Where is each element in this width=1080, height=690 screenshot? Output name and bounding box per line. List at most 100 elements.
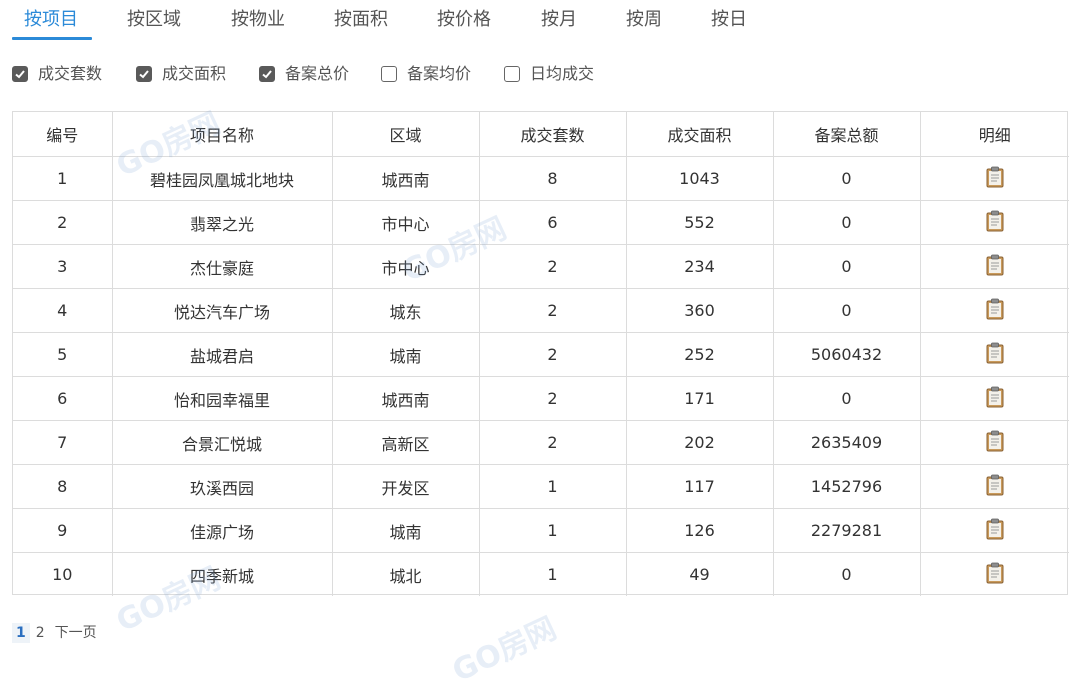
cell-detail: [919, 376, 1069, 421]
checkbox-unchecked-icon[interactable]: [381, 66, 397, 82]
clipboard-icon[interactable]: [986, 298, 1004, 324]
cell-deal-area: 552: [625, 200, 774, 245]
cell-id: 7: [13, 420, 113, 465]
checkbox-label: 成交面积: [162, 64, 227, 83]
clipboard-icon[interactable]: [986, 430, 1004, 456]
cell-filed-total: 2635409: [772, 420, 921, 465]
checkbox-unchecked-icon[interactable]: [504, 66, 520, 82]
checkbox-checked-icon[interactable]: [12, 66, 28, 82]
cell-deal-area: 202: [625, 420, 774, 465]
checkbox-checked-icon[interactable]: [136, 66, 152, 82]
table-row: 10 四季新城 城北 1 49 0: [13, 552, 1069, 596]
table-row: 1 碧桂园凤凰城北地块 城西南 8 1043 0: [13, 156, 1069, 201]
cell-project-name: 佳源广场: [111, 508, 333, 553]
cell-deal-area: 49: [625, 552, 774, 596]
header-project-name: 项目名称: [111, 112, 333, 157]
next-page-link[interactable]: 下一页: [51, 623, 101, 643]
checkbox-deal-count[interactable]: 成交套数: [12, 62, 102, 86]
clipboard-icon[interactable]: [986, 166, 1004, 192]
cell-deal-count: 2: [478, 420, 627, 465]
table-row: 2 翡翠之光 市中心 6 552 0: [13, 200, 1069, 245]
header-deal-area: 成交面积: [625, 112, 774, 157]
metric-checkboxes: 成交套数 成交面积 备案总价 备案均价 日均成交: [0, 62, 1080, 88]
cell-id: 8: [13, 464, 113, 509]
cell-deal-count: 2: [478, 376, 627, 421]
cell-area: 城南: [331, 332, 480, 377]
cell-detail: [919, 244, 1069, 289]
cell-project-name: 盐城君启: [111, 332, 333, 377]
cell-id: 6: [13, 376, 113, 421]
header-area: 区域: [331, 112, 480, 157]
cell-area: 城东: [331, 288, 480, 333]
tab-by-day[interactable]: 按日: [711, 8, 747, 32]
checkbox-filed-total[interactable]: 备案总价: [259, 62, 349, 86]
cell-deal-count: 8: [478, 156, 627, 201]
tab-by-area[interactable]: 按区域: [127, 8, 181, 32]
page-1-link[interactable]: 1: [12, 623, 30, 643]
cell-area: 市中心: [331, 244, 480, 289]
cell-id: 2: [13, 200, 113, 245]
checkbox-filed-avg[interactable]: 备案均价: [381, 62, 471, 86]
view-tabs: 按项目 按区域 按物业 按面积 按价格 按月 按周 按日: [0, 0, 1080, 42]
tab-by-property[interactable]: 按物业: [231, 8, 285, 32]
tab-by-price[interactable]: 按价格: [437, 8, 491, 32]
cell-id: 5: [13, 332, 113, 377]
cell-filed-total: 0: [772, 200, 921, 245]
checkbox-label: 成交套数: [38, 64, 103, 83]
cell-deal-count: 6: [478, 200, 627, 245]
cell-project-name: 翡翠之光: [111, 200, 333, 245]
page-2-link[interactable]: 2: [32, 623, 49, 643]
table-row: 4 悦达汽车广场 城东 2 360 0: [13, 288, 1069, 333]
table-row: 6 怡和园幸福里 城西南 2 171 0: [13, 376, 1069, 421]
cell-project-name: 怡和园幸福里: [111, 376, 333, 421]
active-tab-indicator: [12, 37, 92, 40]
tab-by-project[interactable]: 按项目: [24, 8, 78, 32]
cell-deal-area: 252: [625, 332, 774, 377]
cell-project-name: 合景汇悦城: [111, 420, 333, 465]
checkbox-checked-icon[interactable]: [259, 66, 275, 82]
clipboard-icon[interactable]: [986, 254, 1004, 280]
cell-area: 城西南: [331, 156, 480, 201]
cell-project-name: 悦达汽车广场: [111, 288, 333, 333]
cell-area: 城西南: [331, 376, 480, 421]
table-header-row: 编号 项目名称 区域 成交套数 成交面积 备案总额 明细: [13, 112, 1069, 157]
cell-id: 3: [13, 244, 113, 289]
tab-by-month[interactable]: 按月: [541, 8, 577, 32]
cell-id: 4: [13, 288, 113, 333]
checkbox-deal-area[interactable]: 成交面积: [136, 62, 226, 86]
watermark-logo: GO房网: [447, 611, 562, 690]
checkbox-label: 备案均价: [407, 64, 472, 83]
cell-deal-area: 1043: [625, 156, 774, 201]
clipboard-icon[interactable]: [986, 342, 1004, 368]
cell-detail: [919, 464, 1069, 509]
cell-filed-total: 0: [772, 156, 921, 201]
cell-filed-total: 5060432: [772, 332, 921, 377]
cell-project-name: 四季新城: [111, 552, 333, 596]
cell-deal-count: 1: [478, 508, 627, 553]
clipboard-icon[interactable]: [986, 562, 1004, 588]
cell-deal-area: 360: [625, 288, 774, 333]
cell-area: 城南: [331, 508, 480, 553]
cell-detail: [919, 552, 1069, 596]
table-row: 5 盐城君启 城南 2 252 5060432: [13, 332, 1069, 377]
cell-area: 市中心: [331, 200, 480, 245]
clipboard-icon[interactable]: [986, 518, 1004, 544]
cell-filed-total: 0: [772, 288, 921, 333]
project-table: 编号 项目名称 区域 成交套数 成交面积 备案总额 明细 1 碧桂园凤凰城北地块城…: [12, 111, 1069, 596]
cell-area: 城北: [331, 552, 480, 596]
checkbox-daily-avg[interactable]: 日均成交: [504, 62, 594, 86]
cell-detail: [919, 332, 1069, 377]
cell-filed-total: 0: [772, 376, 921, 421]
clipboard-icon[interactable]: [986, 210, 1004, 236]
clipboard-icon[interactable]: [986, 474, 1004, 500]
table-row: 8 玖溪西园 开发区 1 117 1452796: [13, 464, 1069, 509]
cell-id: 9: [13, 508, 113, 553]
clipboard-icon[interactable]: [986, 386, 1004, 412]
cell-deal-count: 2: [478, 332, 627, 377]
cell-area: 开发区: [331, 464, 480, 509]
cell-deal-area: 171: [625, 376, 774, 421]
tab-by-week[interactable]: 按周: [626, 8, 662, 32]
tab-by-size[interactable]: 按面积: [334, 8, 388, 32]
checkbox-label: 日均成交: [530, 64, 595, 83]
cell-filed-total: 0: [772, 552, 921, 596]
